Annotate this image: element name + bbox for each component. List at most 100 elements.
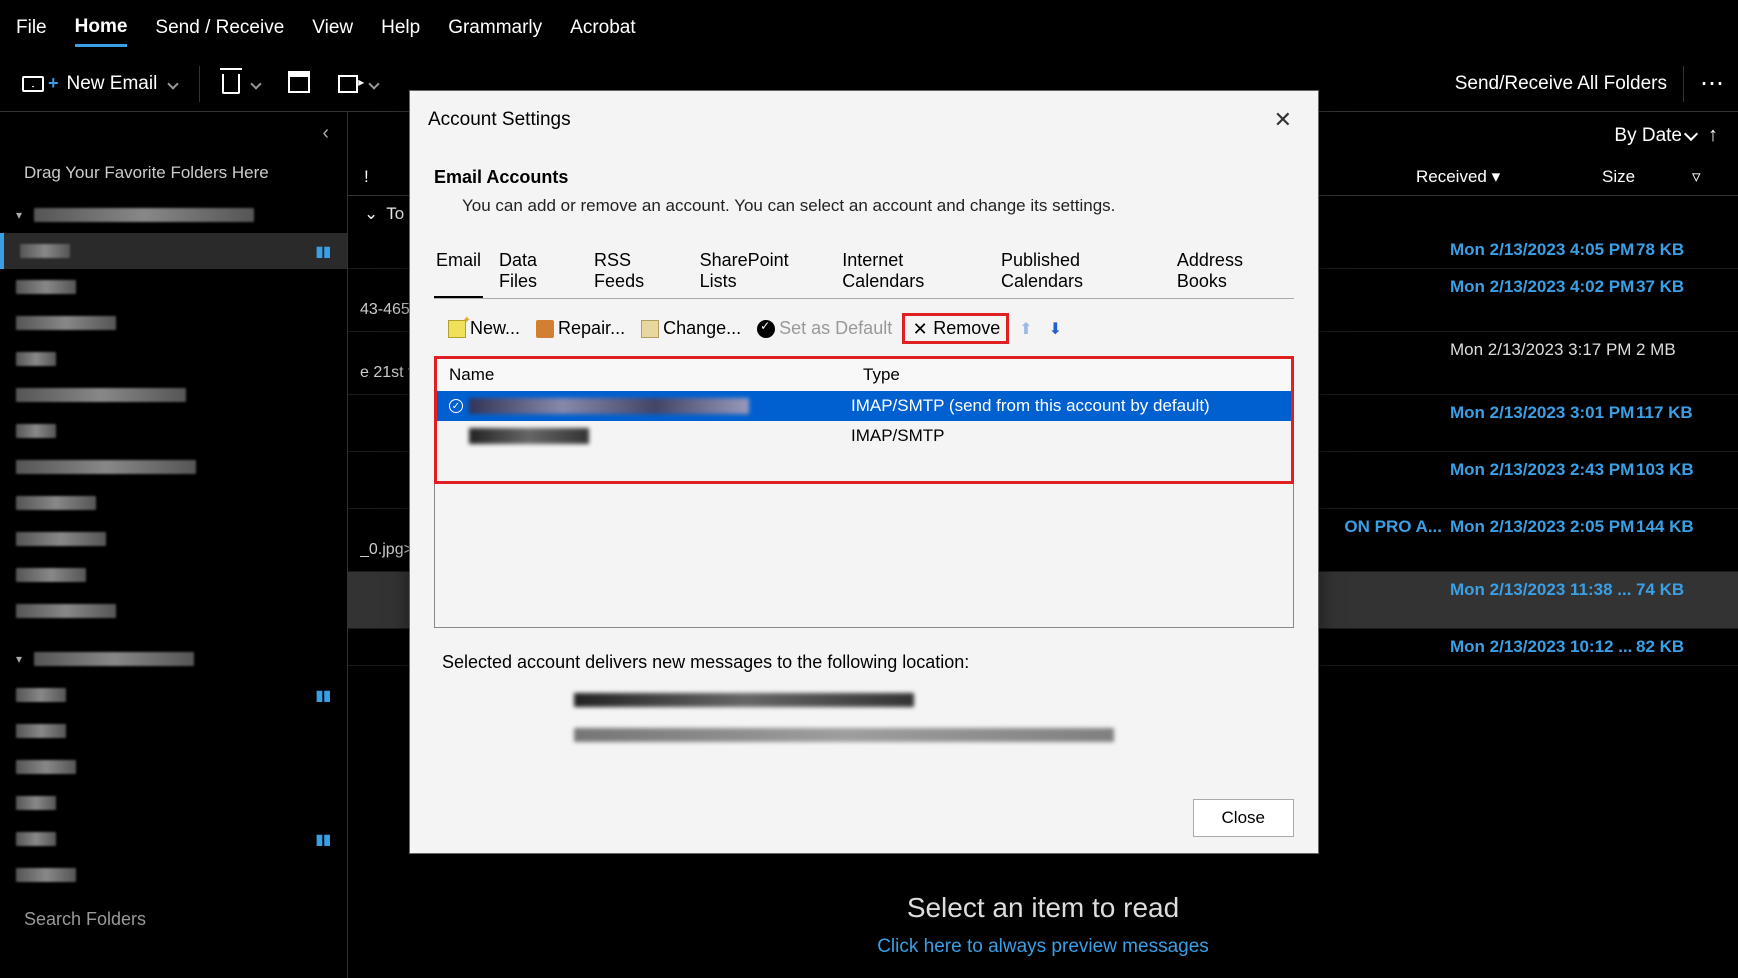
repair-button[interactable]: Repair... xyxy=(530,314,631,343)
column-name[interactable]: Name xyxy=(449,365,863,385)
default-check-icon: ✓ xyxy=(449,399,463,413)
tab-address-books[interactable]: Address Books xyxy=(1175,244,1294,298)
folder-item[interactable] xyxy=(0,785,347,821)
dialog-tabs: Email Data Files RSS Feeds SharePoint Li… xyxy=(434,236,1294,299)
account-header[interactable]: ▾ xyxy=(0,197,347,233)
sort-by-date[interactable]: By Date xyxy=(1614,125,1696,147)
column-size[interactable]: Size xyxy=(1602,167,1692,187)
search-folders[interactable]: Search Folders xyxy=(0,899,347,940)
filter-icon[interactable]: ▿ xyxy=(1692,167,1722,187)
menu-view[interactable]: View xyxy=(312,11,353,45)
plus-icon: + xyxy=(48,73,59,94)
down-arrow-icon: ⬇ xyxy=(1049,319,1062,339)
folder-item[interactable] xyxy=(0,269,347,305)
column-received[interactable]: Received ▾ xyxy=(1416,167,1602,187)
new-account-button[interactable]: New... xyxy=(442,314,526,343)
folder-item[interactable] xyxy=(0,341,347,377)
unread-badge: ▮▮ xyxy=(316,831,331,848)
change-button[interactable]: Change... xyxy=(635,314,747,343)
folder-item[interactable] xyxy=(0,377,347,413)
redacted-text xyxy=(574,693,914,707)
chevron-down-icon xyxy=(1684,126,1698,140)
archive-button[interactable] xyxy=(278,69,320,99)
folder-item[interactable]: ▮▮ xyxy=(0,677,347,713)
folder-item[interactable] xyxy=(0,413,347,449)
close-button[interactable]: Close xyxy=(1193,799,1294,837)
check-icon xyxy=(757,320,775,338)
favorites-dropzone[interactable]: Drag Your Favorite Folders Here xyxy=(0,155,347,191)
redacted-text xyxy=(34,652,194,666)
tab-sharepoint-lists[interactable]: SharePoint Lists xyxy=(698,244,827,298)
redacted-text xyxy=(16,760,76,774)
send-receive-label[interactable]: Send/Receive All Folders xyxy=(1455,73,1667,95)
deliver-location-label: Selected account delivers new messages t… xyxy=(442,652,1286,673)
account-header[interactable]: ▾ xyxy=(0,641,347,677)
chevron-down-icon[interactable] xyxy=(369,78,380,89)
menu-help[interactable]: Help xyxy=(381,11,420,45)
expand-icon[interactable]: ▾ xyxy=(16,208,22,222)
move-button[interactable] xyxy=(328,69,388,99)
folder-item[interactable]: ▮▮ xyxy=(0,233,347,269)
move-down-button[interactable]: ⬇ xyxy=(1043,315,1068,343)
remove-button[interactable]: ✕Remove xyxy=(902,313,1009,344)
reading-pane-title: Select an item to read xyxy=(368,892,1718,924)
account-row[interactable]: ✓ IMAP/SMTP (send from this account by d… xyxy=(437,391,1291,421)
tab-email[interactable]: Email xyxy=(434,244,483,298)
redacted-text xyxy=(16,352,56,366)
redacted-text xyxy=(16,796,56,810)
folder-item[interactable] xyxy=(0,449,347,485)
folder-item[interactable] xyxy=(0,749,347,785)
menu-send-receive[interactable]: Send / Receive xyxy=(155,11,284,45)
set-default-button: Set as Default xyxy=(751,314,898,343)
menu-home[interactable]: Home xyxy=(75,10,128,47)
redacted-text xyxy=(16,724,66,738)
close-icon[interactable]: ✕ xyxy=(1266,103,1300,137)
archive-icon xyxy=(288,75,310,93)
folder-item[interactable]: ▮▮ xyxy=(0,821,347,857)
repair-icon xyxy=(536,320,554,338)
tab-data-files[interactable]: Data Files xyxy=(497,244,578,298)
account-settings-dialog: Account Settings ✕ Email Accounts You ca… xyxy=(409,90,1319,854)
redacted-text xyxy=(16,316,116,330)
mail-icon xyxy=(22,76,44,92)
chevron-down-icon[interactable] xyxy=(168,78,179,89)
account-row[interactable]: IMAP/SMTP xyxy=(437,421,1291,451)
folder-item[interactable] xyxy=(0,857,347,893)
redacted-text xyxy=(16,496,96,510)
folder-item[interactable] xyxy=(0,485,347,521)
deliver-location xyxy=(574,693,1294,763)
trash-icon xyxy=(222,74,240,94)
column-type[interactable]: Type xyxy=(863,365,900,385)
chevron-down-icon: ⌄ xyxy=(364,204,378,224)
folder-item[interactable] xyxy=(0,557,347,593)
new-email-button[interactable]: + New Email xyxy=(12,67,187,101)
account-type: IMAP/SMTP (send from this account by def… xyxy=(851,396,1210,416)
collapse-sidebar-icon[interactable]: ‹ xyxy=(322,122,329,145)
folder-item[interactable] xyxy=(0,593,347,629)
folder-item[interactable] xyxy=(0,305,347,341)
redacted-text xyxy=(16,388,186,402)
more-icon[interactable]: ⋯ xyxy=(1700,69,1726,98)
redacted-account-name xyxy=(469,398,749,414)
expand-icon[interactable]: ▾ xyxy=(16,652,22,666)
account-list-extra xyxy=(434,484,1294,628)
menu-acrobat[interactable]: Acrobat xyxy=(570,11,635,45)
folder-item[interactable] xyxy=(0,713,347,749)
always-preview-link[interactable]: Click here to always preview messages xyxy=(368,936,1718,958)
tab-internet-calendars[interactable]: Internet Calendars xyxy=(840,244,985,298)
tab-published-calendars[interactable]: Published Calendars xyxy=(999,244,1161,298)
tab-rss-feeds[interactable]: RSS Feeds xyxy=(592,244,684,298)
redacted-text xyxy=(20,244,70,258)
redacted-text xyxy=(34,208,254,222)
folder-item[interactable] xyxy=(0,521,347,557)
move-icon xyxy=(338,75,358,93)
menu-grammarly[interactable]: Grammarly xyxy=(448,11,542,45)
new-email-label: New Email xyxy=(67,73,158,95)
chevron-down-icon[interactable] xyxy=(251,78,262,89)
menu-file[interactable]: File xyxy=(16,11,47,45)
separator xyxy=(199,66,200,102)
dialog-heading: Email Accounts xyxy=(434,167,1294,188)
delete-button[interactable] xyxy=(212,68,270,100)
sort-direction-icon[interactable]: ↑ xyxy=(1708,124,1718,147)
redacted-text xyxy=(16,532,106,546)
